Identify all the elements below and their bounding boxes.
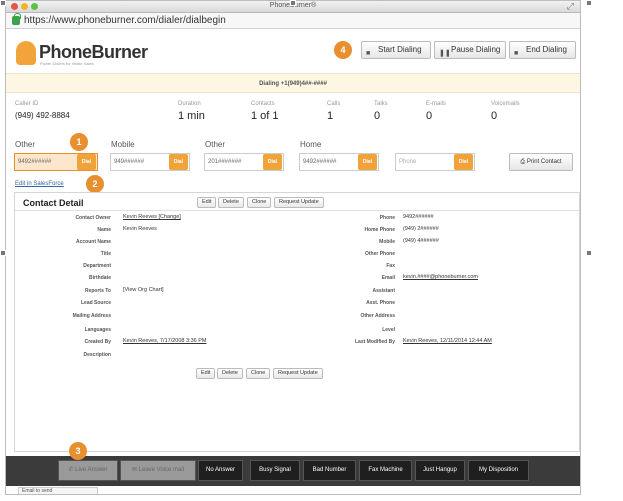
lock-icon [12,13,21,25]
my-disposition-button[interactable]: My Disposition [468,460,529,481]
contact-owner-value[interactable]: Kevin Reeves [Change] [123,214,181,220]
field-label-asst-phone: Asst. Phone [366,300,395,306]
selection-handle [290,0,296,6]
delete-button[interactable]: Delete [218,197,244,208]
field-label-home-phone: Home Phone [364,227,395,233]
request-update-button[interactable]: Request Update [274,197,324,208]
clone-button[interactable]: Clone [247,197,272,208]
edit-button-bottom[interactable]: Edit [196,368,216,379]
field-label-department: Department [83,263,111,269]
address-bar[interactable]: https://www.phoneburner.com/dialer/dialb… [6,13,580,29]
stat-voicemails: Voicemails 0 [491,101,520,122]
end-dialing-button[interactable]: ■ End Dialing [509,41,576,59]
selection-handle [0,0,6,6]
phone-value: 9492###### [403,214,434,220]
stat-talks: Talks 0 [374,101,388,122]
divider [15,210,579,211]
edit-in-salesforce-link[interactable]: Edit in SalesForce [15,181,64,187]
clone-button-bottom[interactable]: Clone [246,368,271,379]
field-label-name: Name [97,227,111,233]
stop-icon: ■ [514,50,519,57]
stat-emails: E-mails 0 [426,101,447,122]
field-label-title: Title [100,251,111,257]
selection-handle [0,250,6,256]
phone-label-other: Other [15,140,36,149]
stat-caller-id: Caller ID (949) 492-8884 [15,101,70,120]
mobile-value: (949) 4###### [403,238,439,244]
reports-to-value[interactable]: [View Org Chart] [123,287,164,293]
selection-handle [586,0,592,6]
field-label-level: Level [382,327,395,333]
field-label-languages: Languages [84,327,111,333]
url-text[interactable]: https://www.phoneburner.com/dialer/dialb… [24,15,226,26]
field-label-last-modified-by: Last Modified By [354,339,395,345]
email-value[interactable]: kevin.####@phoneburner.com [403,274,478,280]
phone-numbers-row: 1 Other 9492###### Dial Mobile 949######… [6,133,580,179]
field-label-description: Description [83,352,111,358]
flame-logo-icon [16,41,36,65]
field-label-birthdate: Birthdate [89,275,111,281]
field-label-mailing-address: Mailing Address [72,313,111,319]
field-label-other-address: Other Address [360,313,395,319]
no-answer-button[interactable]: No Answer [198,460,243,481]
stop-icon: ■ [366,50,371,57]
logo-tagline: Power Dialers for Inside Sales [40,61,94,66]
field-label-lead-source: Lead Source [80,300,111,306]
resize-icon[interactable]: ⤢ [567,1,574,12]
field-label-phone: Phone [379,215,395,221]
just-hangup-button[interactable]: Just Hangup [415,460,465,481]
name-value: Kevin Reeves [123,226,157,232]
dial-button-mobile[interactable]: Dial [169,154,188,170]
dial-button-new[interactable]: Dial [454,154,473,170]
request-update-button-bottom[interactable]: Request Update [273,368,323,379]
busy-signal-button[interactable]: Busy Signal [250,460,300,481]
field-label-created-by: Created By [84,339,111,345]
home-phone-value: (949) 2###### [403,226,439,232]
field-label-reports-to: Reports To [84,288,111,294]
phone-label-home: Home [300,140,322,149]
phone-label-other-2: Other [205,140,226,149]
field-label-account-name: Account Name [75,239,111,245]
step-badge-3: 3 [69,442,87,460]
field-label-contact-owner: Contact Owner [75,215,111,221]
app-header: PhoneBurner Power Dialers for Inside Sal… [6,29,580,73]
fax-machine-button[interactable]: Fax Machine [359,460,412,481]
selection-handle [586,250,592,256]
browser-window: PhoneBurner® ⤢ https://www.phoneburner.c… [5,0,581,495]
print-contact-button[interactable]: ⎙ Print Contact [509,153,573,171]
voicemail-icon: ✉ [131,467,139,473]
pause-dialing-button[interactable]: ❚❚ Pause Dialing [434,41,506,59]
step-badge-4: 4 [334,41,352,59]
field-label-fax: Fax [386,263,395,269]
pause-icon: ❚❚ [439,50,451,57]
contact-detail-panel: Contact Detail Edit Delete Clone Request… [14,192,580,452]
last-modified-value[interactable]: Kevin Reeves, 12/11/2014 12:44 AM [403,338,492,344]
field-label-assistant: Assistant [372,288,395,294]
dial-button-other[interactable]: Dial [77,154,96,170]
bad-number-button[interactable]: Bad Number [303,460,356,481]
email-template-select[interactable]: Email to send [18,487,98,494]
delete-button-bottom[interactable]: Delete [217,368,243,379]
stat-calls: Calls 1 [327,101,341,122]
dial-button-home[interactable]: Dial [358,154,377,170]
live-answer-button[interactable]: ✆ Live Answer [58,460,118,481]
stat-duration: Duration 1 min [178,101,205,122]
logo-text: PhoneBurner [39,42,148,62]
disposition-bar: ✆ Live Answer ✉ Leave Voice mail No Answ… [6,456,580,486]
field-label-email: Email [381,275,395,281]
edit-button[interactable]: Edit [197,197,217,208]
call-stats: Caller ID (949) 492-8884 Duration 1 min … [6,93,580,131]
field-label-other-phone: Other Phone [364,251,395,257]
field-label-mobile: Mobile [379,239,395,245]
stat-contacts: Contacts 1 of 1 [251,101,279,122]
leave-voicemail-button[interactable]: ✉ Leave Voice mail [120,460,196,481]
dialing-status-bar: Dialing +1(949)4##-#### [6,73,580,93]
step-badge-2: 2 [86,175,104,193]
dial-button-other-2[interactable]: Dial [263,154,282,170]
step-badge-1: 1 [70,133,88,151]
phone-label-mobile: Mobile [111,140,135,149]
created-by-value[interactable]: Kevin Reeves, 7/17/2008 3:36 PM [123,338,206,344]
start-dialing-button[interactable]: ■ Start Dialing [361,41,431,59]
contact-detail-title: Contact Detail [23,198,84,208]
